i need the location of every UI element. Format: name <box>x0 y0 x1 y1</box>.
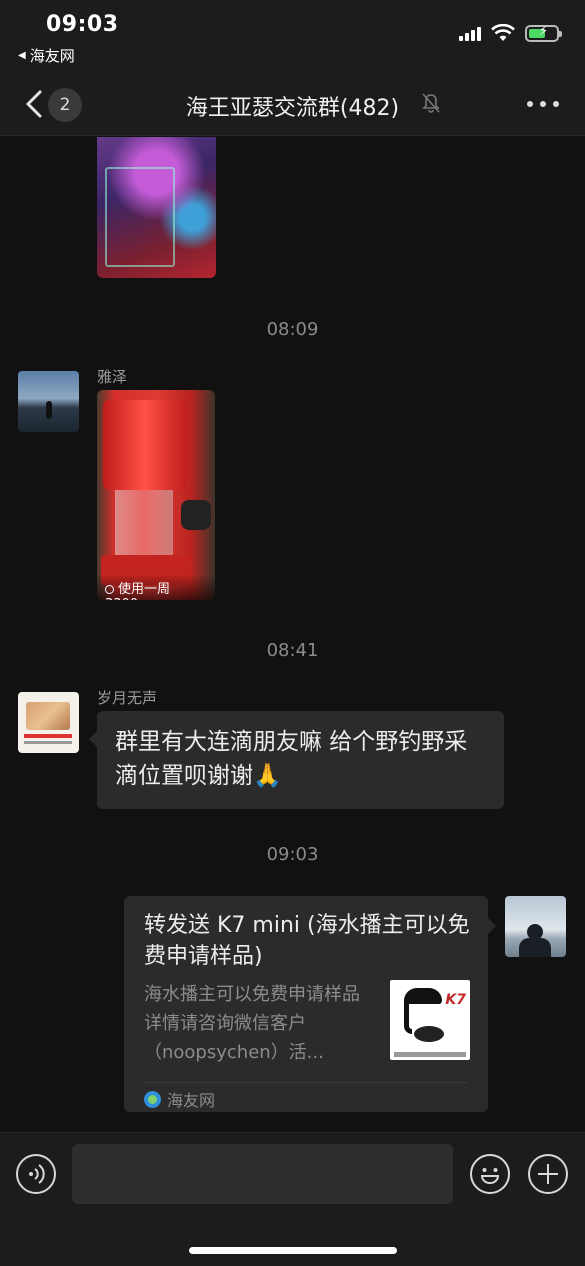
timestamp-0903: 09:03 <box>266 844 319 865</box>
back-triangle-icon: ◀ <box>18 50 26 61</box>
status-icons: ⚡ <box>459 24 562 42</box>
cellular-signal-icon <box>459 25 481 41</box>
voice-icon[interactable] <box>16 1154 56 1194</box>
photo-caption: 使用一周 3300 <box>97 574 215 600</box>
emoji-icon[interactable] <box>470 1154 510 1194</box>
source-app-icon <box>144 1090 161 1108</box>
skimmer-photo-message[interactable]: 使用一周 3300 <box>97 390 215 600</box>
avatar-yaze[interactable] <box>18 371 79 432</box>
link-card-title: 转发送 K7 mini (海水播主可以免费申请样品) <box>144 913 470 969</box>
bell-off-icon <box>422 93 440 113</box>
text-message-bubble[interactable]: 群里有大连滴朋友嘛 给个野钓野采滴位置呗谢谢🙏 <box>89 711 504 809</box>
more-dots-icon[interactable] <box>527 94 559 114</box>
back-to-app-link[interactable]: ◀ 海友网 <box>18 45 75 66</box>
page-title: 海王亚瑟交流群(482) <box>185 96 400 121</box>
status-bar: 09:03 ◀ 海友网 ⚡ <box>0 0 585 72</box>
sender-name-yaze: 雅泽 <box>97 368 128 386</box>
aquarium-photo-message[interactable] <box>97 137 216 278</box>
link-card-message[interactable]: 转发送 K7 mini (海水播主可以免费申请样品) 海水播主可以免费申请样品详… <box>124 896 496 1112</box>
chat-header: 2 海王亚瑟交流群(482) <box>0 72 585 136</box>
message-input[interactable] <box>72 1144 453 1204</box>
sender-name-suiyuewusheng: 岁月无声 <box>97 689 158 707</box>
back-app-label: 海友网 <box>29 47 75 65</box>
wifi-icon <box>491 24 515 41</box>
avatar-self[interactable] <box>505 896 566 957</box>
link-card-description: 海水播主可以免费申请样品详情请咨询微信客户（noopsychen）活... <box>144 984 360 1063</box>
source-name: 海友网 <box>167 1091 216 1110</box>
link-card-thumbnail: K7 <box>390 980 470 1060</box>
timestamp-0809: 08:09 <box>266 319 319 340</box>
timestamp-0841: 08:41 <box>266 640 319 661</box>
divider <box>144 1082 468 1083</box>
avatar-suiyuewusheng[interactable] <box>18 692 79 753</box>
input-bar <box>0 1132 585 1266</box>
thumb-k7-label: K7 <box>445 992 466 1008</box>
home-indicator <box>189 1247 397 1254</box>
status-time: 09:03 <box>46 12 119 37</box>
link-card-source: 海友网 <box>144 1087 215 1111</box>
message-list: 08:09 雅泽 使用一周 3300 08:41 岁月无声 群里有大连滴朋友嘛 … <box>0 137 585 1132</box>
battery-icon: ⚡ <box>525 24 562 42</box>
plus-icon[interactable] <box>528 1154 568 1194</box>
